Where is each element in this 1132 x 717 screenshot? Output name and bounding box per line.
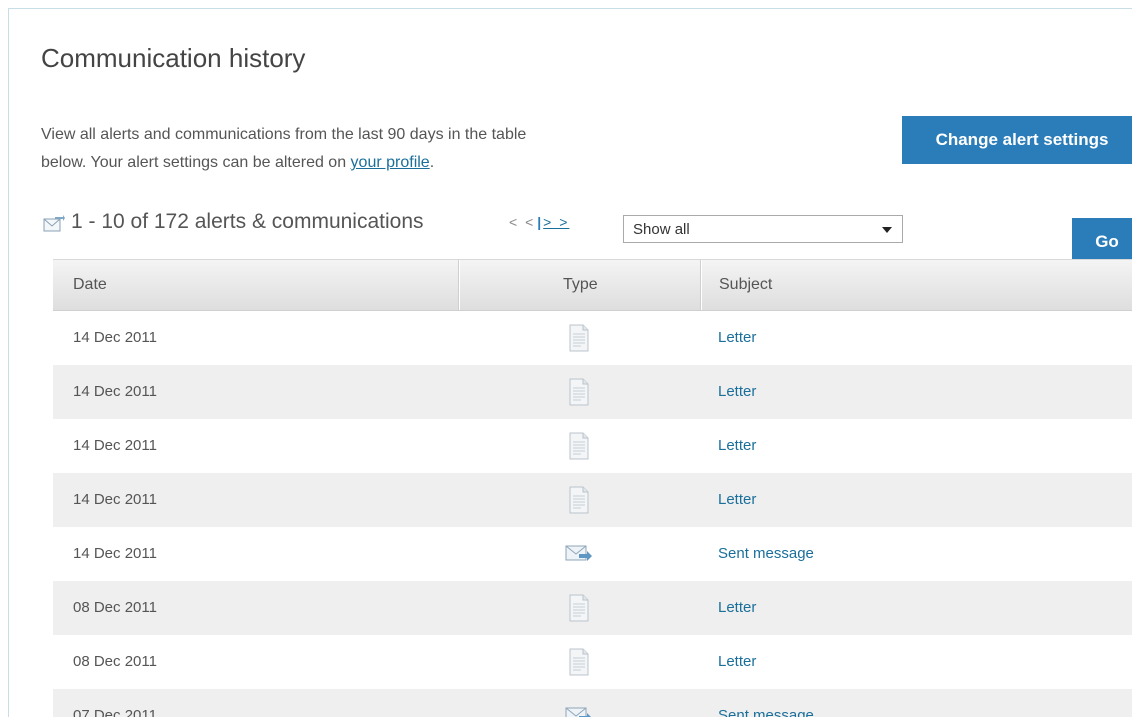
change-alert-settings-button[interactable]: Change alert settings (902, 116, 1132, 164)
row-date: 14 Dec 2011 (73, 437, 157, 454)
intro-text: View all alerts and communications from … (41, 121, 741, 177)
intro-line-2-prefix: below. Your alert settings can be altere… (41, 154, 351, 171)
table-row: 14 Dec 2011 Letter (53, 419, 1132, 473)
table-row: 14 Dec 2011 Letter (53, 473, 1132, 527)
row-subject-link[interactable]: Sent message (718, 527, 814, 581)
row-subject-link[interactable]: Letter (718, 581, 756, 635)
table-header: Date Type Subject (53, 259, 1132, 311)
column-header-subject[interactable]: Subject (719, 260, 772, 310)
table-row: 07 Dec 2011 Sent message (53, 689, 1132, 717)
table-row: 08 Dec 2011 Letter (53, 635, 1132, 689)
row-date: 14 Dec 2011 (73, 545, 157, 562)
column-header-date[interactable]: Date (73, 260, 107, 310)
table-row: 14 Dec 2011 Letter (53, 365, 1132, 419)
row-subject-link[interactable]: Letter (718, 635, 756, 689)
document-icon (568, 648, 596, 676)
intro-line-1: View all alerts and communications from … (41, 126, 527, 143)
results-count: 1 - 10 of 172 alerts & communications (71, 210, 424, 233)
pager: < < | > > (509, 214, 569, 230)
table-row: 14 Dec 2011 Letter (53, 311, 1132, 365)
column-header-type[interactable]: Type (563, 260, 598, 310)
row-subject-link[interactable]: Sent message (718, 689, 814, 717)
previous-page-link[interactable]: < < (509, 214, 535, 230)
column-divider (701, 260, 702, 310)
chevron-down-icon (882, 227, 892, 233)
row-date: 08 Dec 2011 (73, 653, 157, 670)
page-title: Communication history (41, 43, 306, 73)
row-date: 14 Dec 2011 (73, 491, 157, 508)
filter-selected-value: Show all (633, 221, 690, 238)
row-date: 14 Dec 2011 (73, 383, 157, 400)
table-row: 08 Dec 2011 Letter (53, 581, 1132, 635)
your-profile-link[interactable]: your profile (351, 154, 430, 171)
filter-select[interactable]: Show all (623, 215, 903, 243)
row-subject-link[interactable]: Letter (718, 365, 756, 419)
envelope-icon (43, 215, 65, 238)
next-page-link[interactable]: > > (543, 214, 569, 230)
communication-history-panel: Communication history View all alerts an… (8, 8, 1132, 717)
pager-separator: | (537, 214, 542, 230)
sent-mail-icon (565, 702, 593, 717)
document-icon (568, 324, 596, 352)
row-subject-link[interactable]: Letter (718, 419, 756, 473)
document-icon (568, 378, 596, 406)
row-subject-link[interactable]: Letter (718, 473, 756, 527)
row-date: 07 Dec 2011 (73, 707, 157, 717)
document-icon (568, 594, 596, 622)
table-row: 14 Dec 2011 Sent message (53, 527, 1132, 581)
sent-mail-icon (565, 540, 593, 568)
row-subject-link[interactable]: Letter (718, 311, 756, 365)
row-date: 14 Dec 2011 (73, 329, 157, 346)
document-icon (568, 486, 596, 514)
row-date: 08 Dec 2011 (73, 599, 157, 616)
document-icon (568, 432, 596, 460)
intro-line-2-suffix: . (429, 154, 435, 171)
column-divider (459, 260, 460, 310)
